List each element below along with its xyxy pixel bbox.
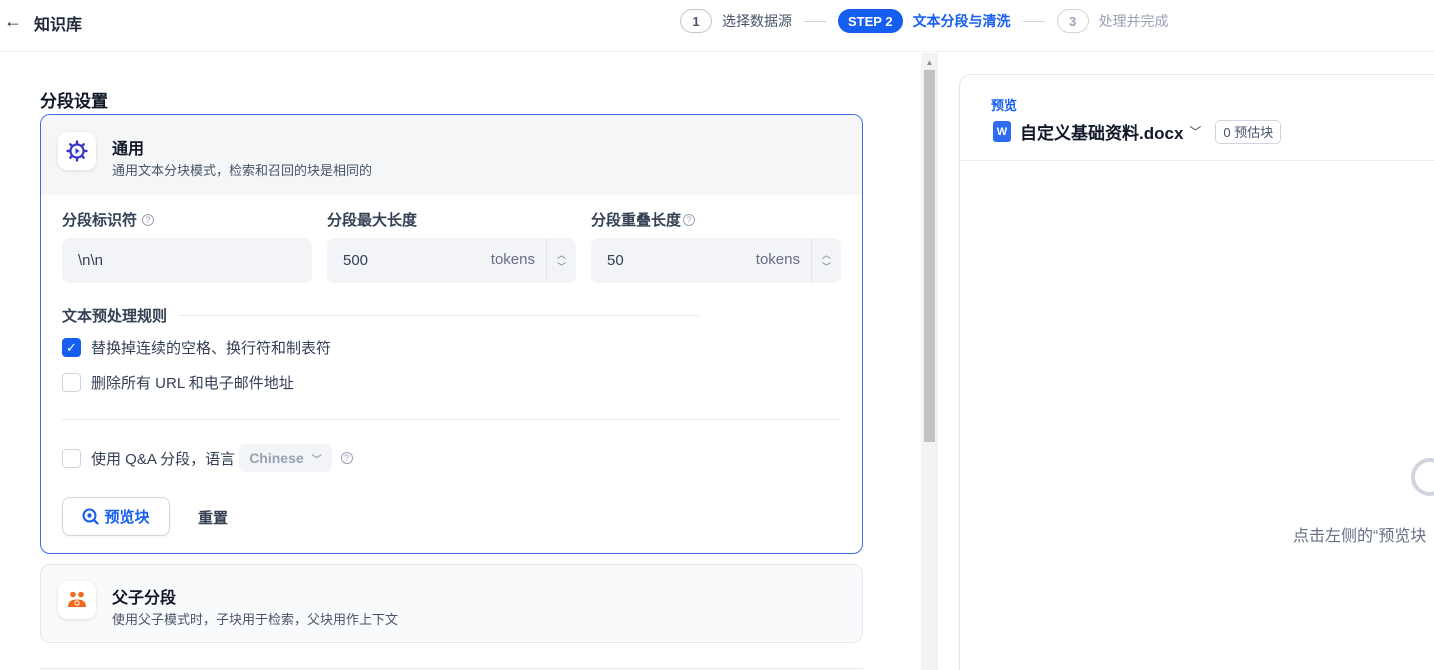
parent-child-icon: [58, 581, 96, 619]
help-icon[interactable]: ?: [142, 213, 155, 226]
preview-chunks-button[interactable]: 预览块: [62, 497, 170, 536]
arrow-left-icon[interactable]: ←: [4, 10, 22, 32]
general-mode-card[interactable]: 通用 通用文本分块模式，检索和召回的块是相同的 分段标识符 ? \n\n 分段最…: [40, 114, 863, 554]
section-title: 分段设置: [40, 92, 108, 111]
preview-header: 预览 W 自定义基础资料.docx ﹀ 0 预估块: [960, 75, 1434, 161]
divider: [179, 315, 700, 316]
top-bar: ← 知识库 1 选择数据源 STEP 2 文本分段与清洗 3 处理并完成: [0, 0, 1434, 52]
language-value: Chinese: [249, 450, 304, 466]
overlap-stepper[interactable]: ︿ ﹀: [811, 238, 841, 283]
step-3-number: 3: [1056, 9, 1089, 33]
step-2-label: 文本分段与清洗: [912, 13, 1011, 29]
rule-remove-urls[interactable]: 删除所有 URL 和电子邮件地址: [62, 372, 294, 393]
chevron-up-icon[interactable]: ︿: [557, 249, 566, 261]
vertical-scrollbar[interactable]: ▲: [921, 53, 938, 670]
gear-icon: [58, 132, 96, 170]
preview-panel: 预览 W 自定义基础资料.docx ﹀ 0 预估块 点击左侧的“预览块: [959, 74, 1434, 670]
preview-button-label: 预览块: [104, 509, 150, 526]
stepper: 1 选择数据源 STEP 2 文本分段与清洗 3 处理并完成: [680, 8, 1169, 34]
max-length-label: 分段最大长度: [327, 209, 417, 230]
reset-button[interactable]: 重置: [198, 507, 228, 528]
step-1-number: 1: [680, 9, 712, 33]
page-title: 知识库: [34, 17, 83, 34]
checkbox-checked[interactable]: ✓: [62, 338, 81, 357]
rule-label: 替换掉连续的空格、换行符和制表符: [91, 340, 332, 357]
rule-label: 删除所有 URL 和电子邮件地址: [91, 375, 294, 392]
max-length-label-text: 分段最大长度: [327, 212, 418, 229]
chevron-down-icon: ﹀: [311, 454, 322, 466]
parent-child-description: 使用父子模式时，子块用于检索，父块用作上下文: [112, 612, 399, 627]
general-mode-description: 通用文本分块模式，检索和召回的块是相同的: [112, 163, 373, 178]
delimiter-label-text: 分段标识符: [62, 212, 138, 229]
preprocess-rules-title: 文本预处理规则: [62, 308, 168, 325]
overlap-label-text: 分段重叠长度: [591, 212, 682, 229]
help-icon[interactable]: ?: [340, 452, 353, 464]
language-select[interactable]: Chinese ﹀: [239, 444, 332, 472]
preprocess-rules-heading: 文本预处理规则: [62, 305, 700, 326]
rule-collapse-whitespace[interactable]: ✓ 替换掉连续的空格、换行符和制表符: [62, 337, 331, 358]
chevron-down-icon[interactable]: ﹀: [557, 261, 566, 273]
search-eye-icon: [82, 508, 100, 525]
qa-label: 使用 Q&A 分段，语言: [91, 450, 236, 468]
delimiter-value: \n\n: [78, 252, 104, 269]
overlap-value: 50: [607, 252, 624, 269]
chevron-up-icon[interactable]: ︿: [822, 249, 831, 261]
step-2-badge: STEP 2: [838, 9, 903, 33]
segment-settings-panel: 分段设置 通用 通用文本分块模式，检索和召回的块是相同的 分段标识符 ? \n\…: [0, 53, 920, 670]
step-connector: [1022, 20, 1045, 22]
parent-child-mode-card[interactable]: 父子分段 使用父子模式时，子块用于检索，父块用作上下文: [40, 564, 863, 643]
divider: [40, 668, 863, 669]
file-selector[interactable]: W 自定义基础资料.docx ﹀ 0 预估块: [993, 119, 1282, 144]
delimiter-label: 分段标识符 ?: [62, 209, 155, 230]
step-1-label: 选择数据源: [722, 13, 792, 29]
scroll-up-arrow-icon[interactable]: ▲: [921, 53, 938, 70]
chevron-down-icon[interactable]: ﹀: [822, 261, 831, 273]
empty-preview-icon: [1411, 458, 1434, 496]
help-icon[interactable]: ?: [683, 213, 696, 226]
chevron-down-icon[interactable]: ﹀: [1189, 123, 1201, 140]
step-connector: [804, 20, 826, 22]
max-length-value: 500: [343, 252, 369, 269]
empty-preview-hint: 点击左侧的“预览块: [1293, 528, 1427, 545]
file-name: 自定义基础资料.docx: [1020, 124, 1184, 143]
checkbox-unchecked[interactable]: [62, 373, 81, 392]
qa-checkbox[interactable]: [62, 448, 81, 468]
divider: [62, 419, 841, 420]
preview-tag: 预览: [991, 98, 1018, 113]
general-mode-header[interactable]: 通用 通用文本分块模式，检索和召回的块是相同的: [41, 115, 862, 195]
scrollbar-thumb[interactable]: [924, 70, 935, 442]
parent-child-title: 父子分段: [112, 590, 177, 607]
general-mode-title: 通用: [112, 141, 145, 158]
overlap-input[interactable]: 50 tokens ︿ ﹀: [591, 238, 841, 283]
max-length-stepper[interactable]: ︿ ﹀: [546, 238, 576, 283]
word-doc-icon: W: [993, 121, 1011, 142]
max-length-unit: tokens: [490, 251, 535, 268]
max-length-input[interactable]: 500 tokens ︿ ﹀: [327, 238, 576, 283]
delimiter-input[interactable]: \n\n: [62, 238, 312, 283]
estimate-badge: 0 预估块: [1215, 119, 1282, 144]
qa-segmentation-row[interactable]: 使用 Q&A 分段，语言 Chinese ﹀ ?: [62, 444, 353, 472]
step-3-label: 处理并完成: [1098, 13, 1169, 29]
overlap-label: 分段重叠长度 ?: [591, 209, 696, 230]
overlap-unit: tokens: [755, 251, 800, 268]
